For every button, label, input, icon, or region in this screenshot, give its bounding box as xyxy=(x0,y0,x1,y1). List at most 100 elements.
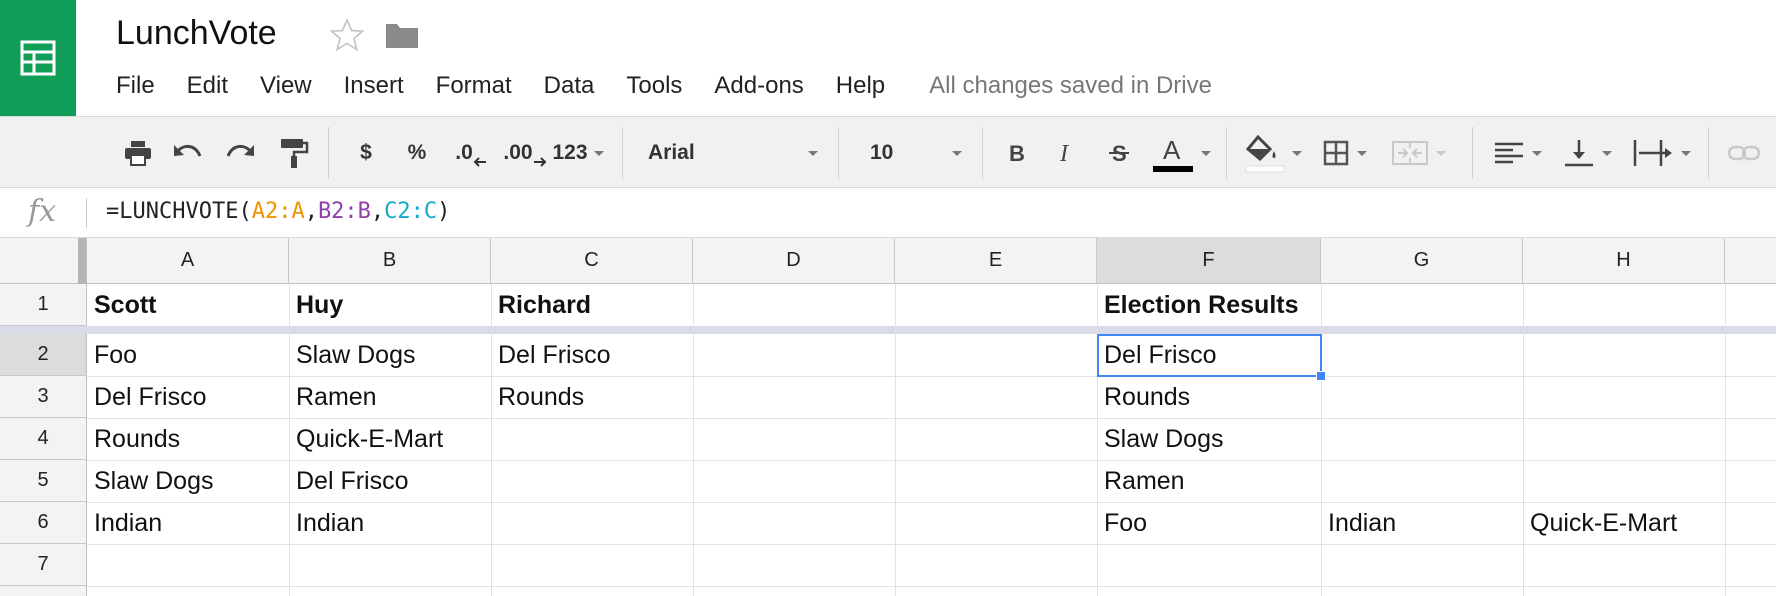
strikethrough-button[interactable]: S xyxy=(1102,117,1136,189)
font-size-value: 10 xyxy=(870,141,894,164)
cell-f3[interactable]: Rounds xyxy=(1097,376,1321,418)
cell-c2[interactable]: Del Frisco xyxy=(491,334,693,376)
star-icon[interactable] xyxy=(330,18,364,52)
menu-file[interactable]: File xyxy=(116,72,155,100)
frozen-row-divider[interactable] xyxy=(0,326,1776,334)
print-button[interactable] xyxy=(118,117,158,189)
cell-c1[interactable]: Richard xyxy=(491,284,693,326)
row-header-1[interactable]: 1 xyxy=(0,284,87,326)
cell-c3[interactable]: Rounds xyxy=(491,376,693,418)
font-size-dropdown[interactable]: 10 xyxy=(870,117,962,189)
sheets-logo[interactable] xyxy=(0,0,76,116)
menu-insert[interactable]: Insert xyxy=(344,72,404,100)
menu-tools[interactable]: Tools xyxy=(626,72,682,100)
cell-b5[interactable]: Del Frisco xyxy=(289,460,491,502)
cell-a3[interactable]: Del Frisco xyxy=(87,376,289,418)
increase-decimals-button[interactable]: .00 xyxy=(500,117,550,189)
cell-a5[interactable]: Slaw Dogs xyxy=(87,460,289,502)
toolbar-separator xyxy=(1226,127,1227,179)
cell-a1[interactable]: Scott xyxy=(87,284,289,326)
cell-b2[interactable]: Slaw Dogs xyxy=(289,334,491,376)
menu-addons[interactable]: Add-ons xyxy=(714,72,803,100)
undo-button[interactable] xyxy=(168,117,208,189)
row-header-partial[interactable] xyxy=(0,586,87,596)
text-wrap-button[interactable] xyxy=(1628,117,1696,189)
formula-bar-divider xyxy=(86,198,87,228)
currency-format-button[interactable]: $ xyxy=(352,117,380,189)
toolbar-separator xyxy=(1472,127,1473,179)
svg-text:I: I xyxy=(1059,142,1069,164)
fill-handle[interactable] xyxy=(1316,371,1326,381)
gridline xyxy=(87,544,1776,545)
formula-comma: , xyxy=(370,199,385,224)
row-header-4[interactable]: 4 xyxy=(0,418,87,460)
row-header-3[interactable]: 3 xyxy=(0,376,87,418)
chevron-down-icon xyxy=(1436,150,1446,156)
cell-f1[interactable]: Election Results xyxy=(1097,284,1321,326)
row-header-2[interactable]: 2 xyxy=(0,334,87,376)
bold-button[interactable]: B xyxy=(1000,117,1034,189)
chevron-down-icon xyxy=(593,150,604,156)
cell-a4[interactable]: Rounds xyxy=(87,418,289,460)
cell-h6[interactable]: Quick-E-Mart xyxy=(1523,502,1725,544)
text-color-button[interactable]: A xyxy=(1146,117,1216,189)
column-header-e[interactable]: E xyxy=(895,238,1097,284)
paint-format-button[interactable] xyxy=(274,117,314,189)
column-header-a[interactable]: A xyxy=(87,238,289,284)
menu-help[interactable]: Help xyxy=(836,72,885,100)
menu-edit[interactable]: Edit xyxy=(187,72,228,100)
formula-input[interactable]: =LUNCHVOTE(A2:A,B2:B,C2:C) xyxy=(106,199,450,224)
menu-bar: File Edit View Insert Format Data Tools … xyxy=(116,70,1212,102)
column-header-f[interactable]: F xyxy=(1097,238,1321,284)
decrease-decimals-label: .0 xyxy=(455,141,473,164)
column-header-g[interactable]: G xyxy=(1321,238,1523,284)
cell-a6[interactable]: Indian xyxy=(87,502,289,544)
cell-f4[interactable]: Slaw Dogs xyxy=(1097,418,1321,460)
paint-bucket-icon xyxy=(1245,134,1285,173)
svg-text:B: B xyxy=(1009,142,1025,164)
font-family-dropdown[interactable]: Arial xyxy=(648,117,818,189)
merge-cells-button[interactable] xyxy=(1388,117,1450,189)
row-header-5[interactable]: 5 xyxy=(0,460,87,502)
column-header-partial[interactable] xyxy=(1725,238,1776,284)
menu-format[interactable]: Format xyxy=(436,72,512,100)
row-header-7[interactable]: 7 xyxy=(0,544,87,586)
formula-suffix: ) xyxy=(437,199,451,224)
cell-f5[interactable]: Ramen xyxy=(1097,460,1321,502)
formula-prefix: =LUNCHVOTE( xyxy=(106,199,252,224)
cell-b3[interactable]: Ramen xyxy=(289,376,491,418)
column-header-d[interactable]: D xyxy=(693,238,895,284)
frozen-column-handle[interactable] xyxy=(78,238,86,284)
gridline xyxy=(1321,284,1322,596)
row-header-6[interactable]: 6 xyxy=(0,502,87,544)
folder-icon[interactable] xyxy=(385,21,419,49)
cell-f6[interactable]: Foo xyxy=(1097,502,1321,544)
vertical-align-button[interactable] xyxy=(1560,117,1616,189)
column-header-c[interactable]: C xyxy=(491,238,693,284)
cell-g6[interactable]: Indian xyxy=(1321,502,1523,544)
decrease-decimals-button[interactable]: .0 xyxy=(450,117,492,189)
save-status[interactable]: All changes saved in Drive xyxy=(929,72,1212,100)
borders-button[interactable] xyxy=(1318,117,1372,189)
menu-view[interactable]: View xyxy=(260,72,312,100)
document-title[interactable]: LunchVote xyxy=(116,14,277,53)
column-header-b[interactable]: B xyxy=(289,238,491,284)
sheets-icon xyxy=(20,40,56,76)
cell-b1[interactable]: Huy xyxy=(289,284,491,326)
more-formats-dropdown[interactable]: 123 xyxy=(550,117,606,189)
insert-link-button[interactable] xyxy=(1722,117,1766,189)
cell-a2[interactable]: Foo xyxy=(87,334,289,376)
cell-b6[interactable]: Indian xyxy=(289,502,491,544)
redo-button[interactable] xyxy=(220,117,260,189)
select-all-corner[interactable] xyxy=(0,238,87,284)
menu-data[interactable]: Data xyxy=(544,72,595,100)
percent-format-button[interactable]: % xyxy=(402,117,432,189)
italic-icon: I xyxy=(1059,142,1069,164)
horizontal-align-button[interactable] xyxy=(1488,117,1548,189)
cell-b4[interactable]: Quick-E-Mart xyxy=(289,418,491,460)
column-header-h[interactable]: H xyxy=(1523,238,1725,284)
fill-color-button[interactable] xyxy=(1240,117,1306,189)
link-icon xyxy=(1727,145,1761,161)
italic-button[interactable]: I xyxy=(1050,117,1084,189)
formula-comma: , xyxy=(304,199,318,224)
